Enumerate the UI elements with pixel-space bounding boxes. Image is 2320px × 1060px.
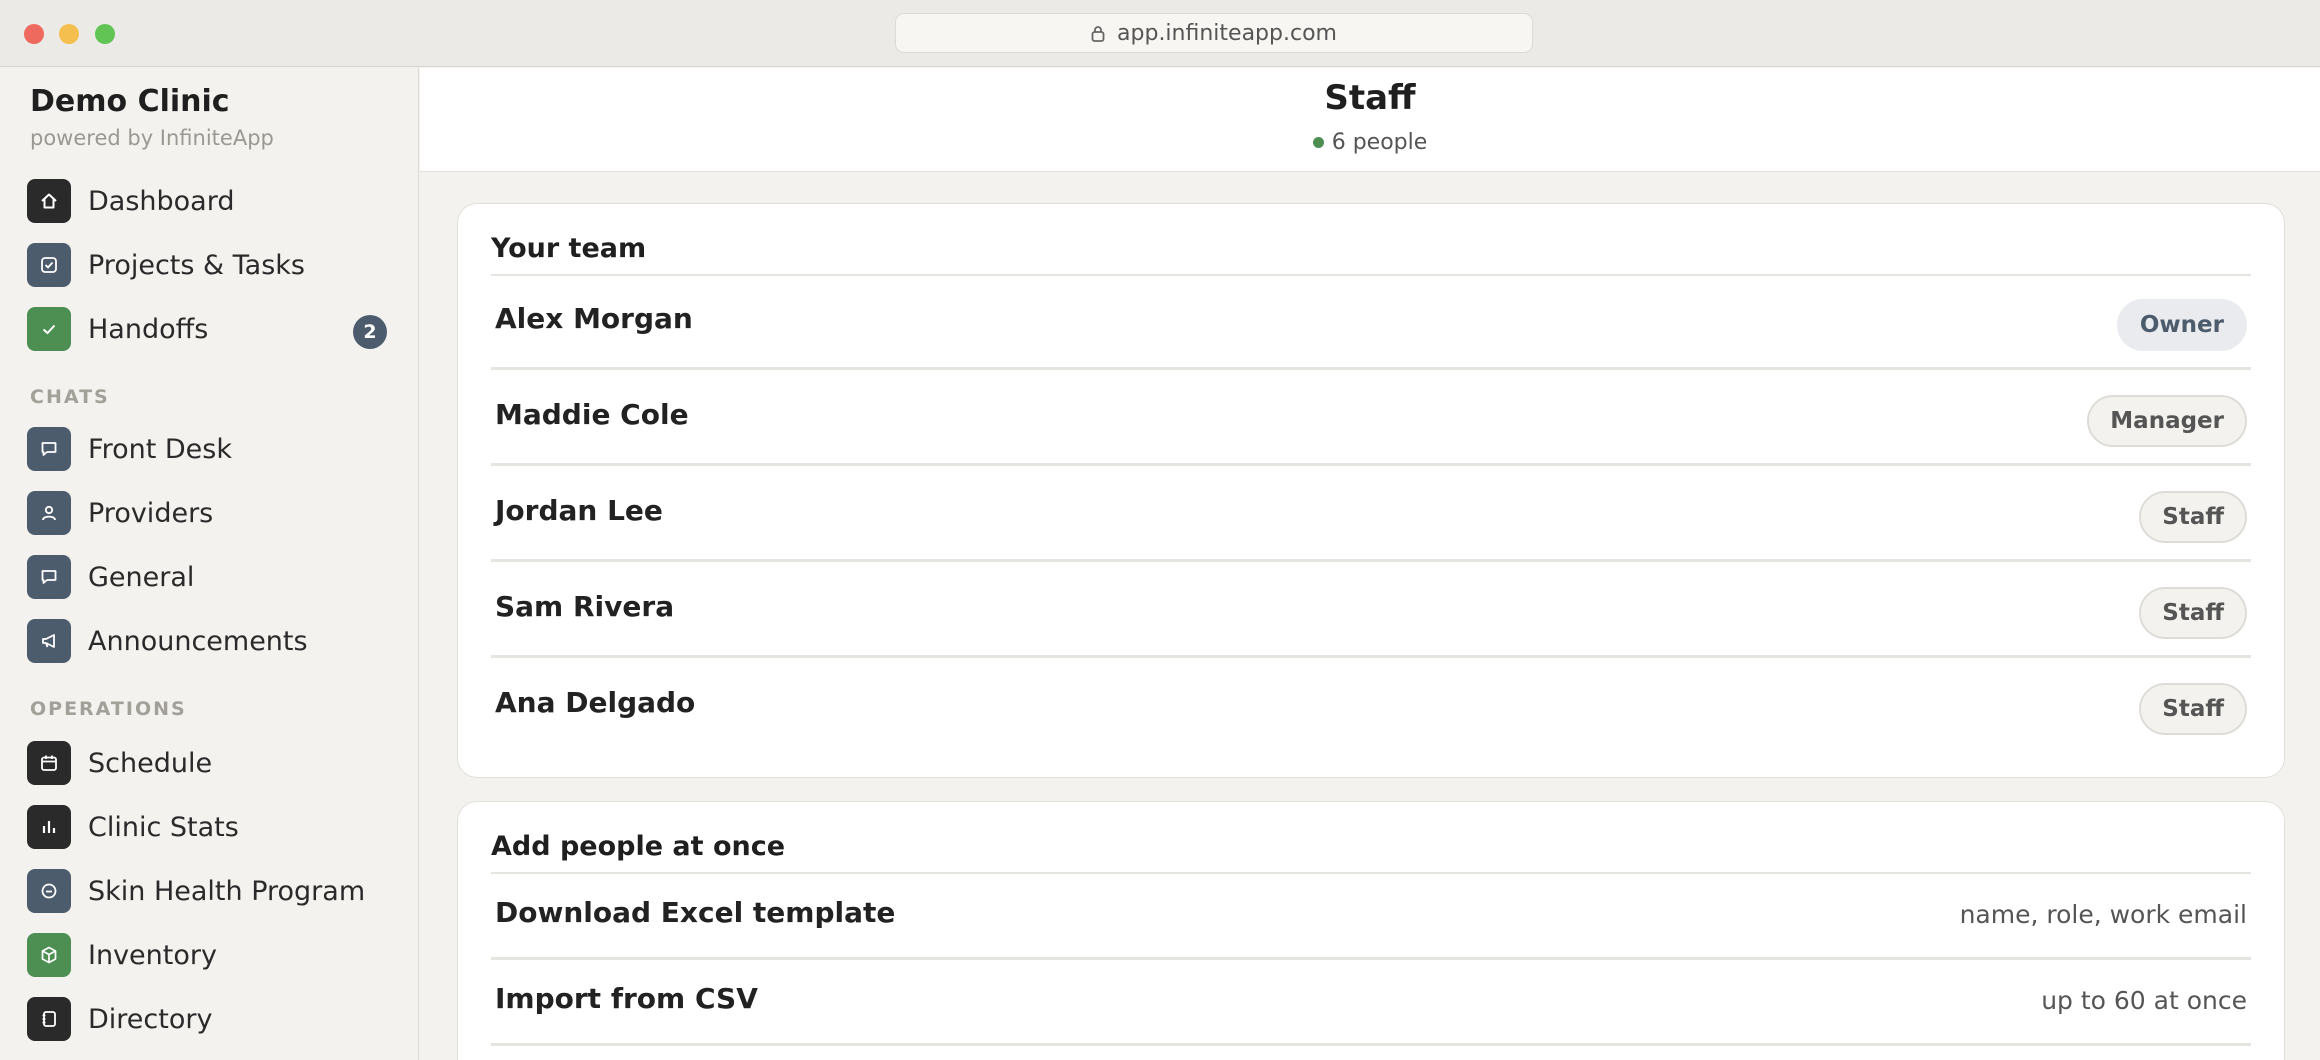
home-icon <box>27 179 71 223</box>
chat-bubble-icon <box>27 427 71 471</box>
main-content: Staff 6 people Your team Alex Morgan Own… <box>420 68 2320 1060</box>
page-header: Staff 6 people <box>420 68 2320 172</box>
import-csv-row[interactable]: Import from CSV up to 60 at once <box>491 960 2251 1046</box>
team-member-row[interactable]: Alex Morgan Owner <box>491 276 2251 370</box>
brand-name: Demo Clinic <box>30 84 230 119</box>
download-template-row[interactable]: Download Excel template name, role, work… <box>491 874 2251 960</box>
member-name: Sam Rivera <box>495 590 675 623</box>
role-badge[interactable]: Staff <box>2139 683 2247 735</box>
member-name: Jordan Lee <box>495 494 663 527</box>
sidebar-item-label: Schedule <box>88 747 213 779</box>
close-window-button[interactable] <box>24 24 44 44</box>
bar-chart-icon <box>27 805 71 849</box>
team-member-row[interactable]: Ana Delgado Staff <box>491 660 2251 754</box>
minimize-window-button[interactable] <box>59 24 79 44</box>
sidebar-item-label: Handoffs <box>88 313 209 345</box>
sidebar-item-front-desk[interactable]: Front Desk <box>27 426 397 472</box>
sidebar-item-label: Directory <box>88 1003 213 1035</box>
sidebar-item-label: Inventory <box>88 939 217 971</box>
role-badge[interactable]: Manager <box>2087 395 2247 447</box>
address-bar[interactable]: app.infiniteapp.com <box>895 13 1533 53</box>
url-text: app.infiniteapp.com <box>1117 20 1337 46</box>
person-icon <box>27 491 71 535</box>
sidebar-item-label: Skin Health Program <box>88 875 366 907</box>
member-name: Alex Morgan <box>495 302 693 335</box>
checkbox-icon <box>27 243 71 287</box>
team-card-title: Your team <box>491 233 647 264</box>
sidebar-item-inventory[interactable]: Inventory <box>27 932 397 978</box>
sidebar-item-label: Front Desk <box>88 433 232 465</box>
team-member-row[interactable]: Maddie Cole Manager <box>491 372 2251 466</box>
sidebar: Demo Clinic powered by InfiniteApp Dashb… <box>0 68 419 1060</box>
sidebar-item-general[interactable]: General <box>27 554 397 600</box>
role-badge[interactable]: Staff <box>2139 587 2247 639</box>
page-title: Staff <box>1324 78 1416 118</box>
sidebar-item-directory[interactable]: Directory <box>27 996 397 1042</box>
sidebar-item-handoffs[interactable]: Handoffs 2 <box>27 306 397 352</box>
sidebar-item-clinic-stats[interactable]: Clinic Stats <box>27 804 397 850</box>
status-dot-icon <box>1312 137 1324 148</box>
action-hint: up to 60 at once <box>2041 986 2247 1015</box>
sidebar-item-label: Providers <box>88 497 214 529</box>
sidebar-item-label: Projects & Tasks <box>88 249 306 281</box>
sidebar-item-projects-tasks[interactable]: Projects & Tasks <box>27 242 397 288</box>
contacts-book-icon <box>27 997 71 1041</box>
member-name: Ana Delgado <box>495 686 696 719</box>
section-label-chats: CHATS <box>30 386 110 408</box>
action-label: Import from CSV <box>495 982 758 1015</box>
sidebar-item-label: Dashboard <box>88 185 235 217</box>
chat-bubble-icon <box>27 555 71 599</box>
browser-titlebar: app.infiniteapp.com <box>0 0 2320 67</box>
sidebar-item-schedule[interactable]: Schedule <box>27 740 397 786</box>
sidebar-item-dashboard[interactable]: Dashboard <box>27 178 397 224</box>
people-count: 6 people <box>420 130 2320 155</box>
role-badge[interactable]: Owner <box>2116 299 2247 351</box>
action-label: Download Excel template <box>495 896 896 929</box>
team-card: Your team Alex Morgan Owner Maddie Cole … <box>457 203 2285 778</box>
sidebar-item-announcements[interactable]: Announcements <box>27 618 397 664</box>
bulk-add-card-title: Add people at once <box>491 831 786 862</box>
handoffs-count-badge: 2 <box>353 315 387 349</box>
circle-minus-icon <box>27 869 71 913</box>
sidebar-item-label: Clinic Stats <box>88 811 239 843</box>
megaphone-icon <box>27 619 71 663</box>
section-label-operations: OPERATIONS <box>30 698 187 720</box>
member-name: Maddie Cole <box>495 398 689 431</box>
check-icon <box>27 307 71 351</box>
sidebar-item-providers[interactable]: Providers <box>27 490 397 536</box>
zoom-window-button[interactable] <box>95 24 115 44</box>
people-count-text: 6 people <box>1331 130 1428 155</box>
bulk-add-card: Add people at once Download Excel templa… <box>457 801 2285 1060</box>
lock-icon <box>1091 25 1105 42</box>
sidebar-item-label: General <box>88 561 195 593</box>
calendar-icon <box>27 741 71 785</box>
team-member-row[interactable]: Jordan Lee Staff <box>491 468 2251 562</box>
sidebar-item-skin-health-program[interactable]: Skin Health Program <box>27 868 397 914</box>
action-hint: name, role, work email <box>1959 900 2247 929</box>
brand-subtitle: powered by InfiniteApp <box>30 126 274 150</box>
box-icon <box>27 933 71 977</box>
sidebar-item-label: Announcements <box>88 625 308 657</box>
team-member-row[interactable]: Sam Rivera Staff <box>491 564 2251 658</box>
role-badge[interactable]: Staff <box>2139 491 2247 543</box>
